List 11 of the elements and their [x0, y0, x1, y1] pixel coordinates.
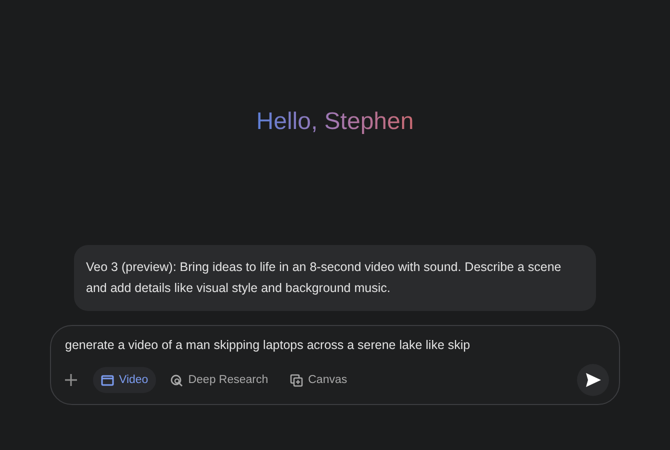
calendar-icon: [101, 374, 114, 386]
send-button[interactable]: [577, 364, 609, 396]
prompt-input[interactable]: generate a video of a man skipping laptops across a serene lake like skip: [65, 336, 605, 354]
search-globe-icon: [170, 374, 184, 386]
tool-chip[interactable]: Video: [93, 367, 156, 393]
canvas-icon: [290, 374, 304, 386]
tool-chip[interactable]: Deep Research: [162, 366, 276, 394]
send-icon: [585, 373, 601, 387]
tool-chip[interactable]: Canvas: [282, 366, 356, 394]
prompt-box[interactable]: generate a video of a man skipping laptops across a serene lake like skip Video Deep Research Canvas: [50, 325, 620, 405]
info-card: Veo 3 (preview): Bring ideas to life in an 8-second video with sound. Describe a scene and add details like visual style and background music.: [74, 245, 596, 311]
